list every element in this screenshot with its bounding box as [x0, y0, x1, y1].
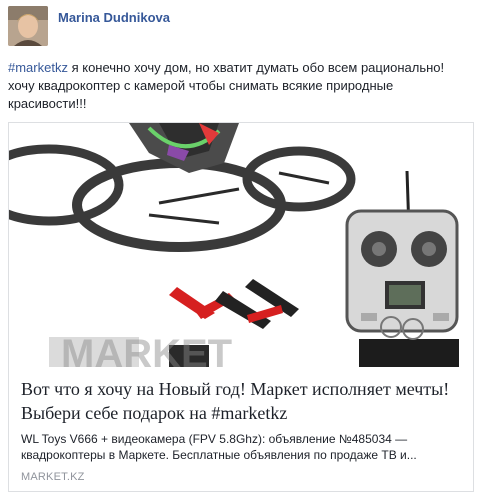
- author-avatar[interactable]: [8, 6, 48, 46]
- link-preview-body[interactable]: Вот что я хочу на Новый год! Маркет испо…: [9, 367, 473, 491]
- post-text: #marketkz я конечно хочу дом, но хватит …: [8, 59, 468, 113]
- post-body: я конечно хочу дом, но хватит думать обо…: [8, 60, 445, 111]
- post-header: Marina Dudnikova: [8, 6, 170, 46]
- post-hashtag[interactable]: #marketkz: [8, 60, 68, 75]
- facebook-post: Marina Dudnikova #marketkz я конечно хоч…: [0, 0, 484, 500]
- link-preview-card[interactable]: MARKET Вот что я хочу на Новый год! Марк…: [8, 122, 474, 492]
- link-preview-image[interactable]: MARKET: [9, 123, 473, 367]
- author-name[interactable]: Marina Dudnikova: [58, 10, 170, 25]
- quadcopter-image: MARKET: [9, 123, 459, 367]
- watermark-text: MARKET: [61, 332, 232, 367]
- link-description: WL Toys V666 + видеокамера (FPV 5.8Ghz):…: [21, 432, 417, 462]
- link-domain: MARKET.KZ: [21, 471, 85, 483]
- link-title[interactable]: Вот что я хочу на Новый год! Маркет испо…: [21, 377, 461, 425]
